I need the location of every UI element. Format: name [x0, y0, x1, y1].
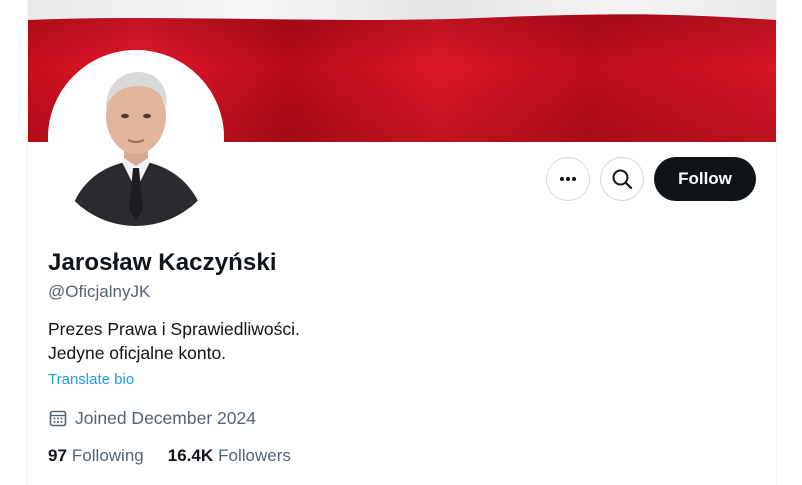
bio-line: Jedyne oficjalne konto.: [48, 343, 227, 363]
search-icon: [611, 168, 633, 190]
calendar-icon: [48, 408, 68, 428]
following-label: Following: [71, 446, 144, 465]
profile-actions: Follow: [546, 157, 756, 201]
translate-bio-link[interactable]: Translate bio: [48, 370, 134, 390]
following-count: 97: [48, 446, 67, 465]
more-horizontal-icon: [558, 169, 578, 189]
profile-info: Jarosław Kaczyński @OficjalnyJK Prezes P…: [48, 248, 748, 467]
bio-line: Prezes Prawa i Sprawiedliwości.: [48, 319, 300, 339]
profile-handle: @OficjalnyJK: [48, 282, 151, 301]
followers-label: Followers: [218, 446, 291, 465]
following-link[interactable]: 97 Following: [48, 445, 144, 467]
display-name: Jarosław Kaczyński: [48, 249, 277, 276]
joined-date: Joined December 2024: [48, 406, 748, 430]
profile-column: Follow Jarosław Kaczyński @OficjalnyJK P…: [27, 0, 777, 485]
followers-count: 16.4K: [167, 446, 214, 465]
more-button[interactable]: [546, 157, 590, 201]
search-button[interactable]: [600, 157, 644, 201]
followers-link[interactable]: 16.4K Followers: [168, 445, 291, 467]
profile-avatar[interactable]: [48, 50, 224, 226]
profile-stats: 97 Following 16.4K Followers: [48, 445, 748, 467]
joined-text: Joined December 2024: [75, 408, 256, 428]
follow-button[interactable]: Follow: [654, 157, 756, 201]
profile-bio: Prezes Prawa i Sprawiedliwości. Jedyne o…: [48, 317, 748, 365]
